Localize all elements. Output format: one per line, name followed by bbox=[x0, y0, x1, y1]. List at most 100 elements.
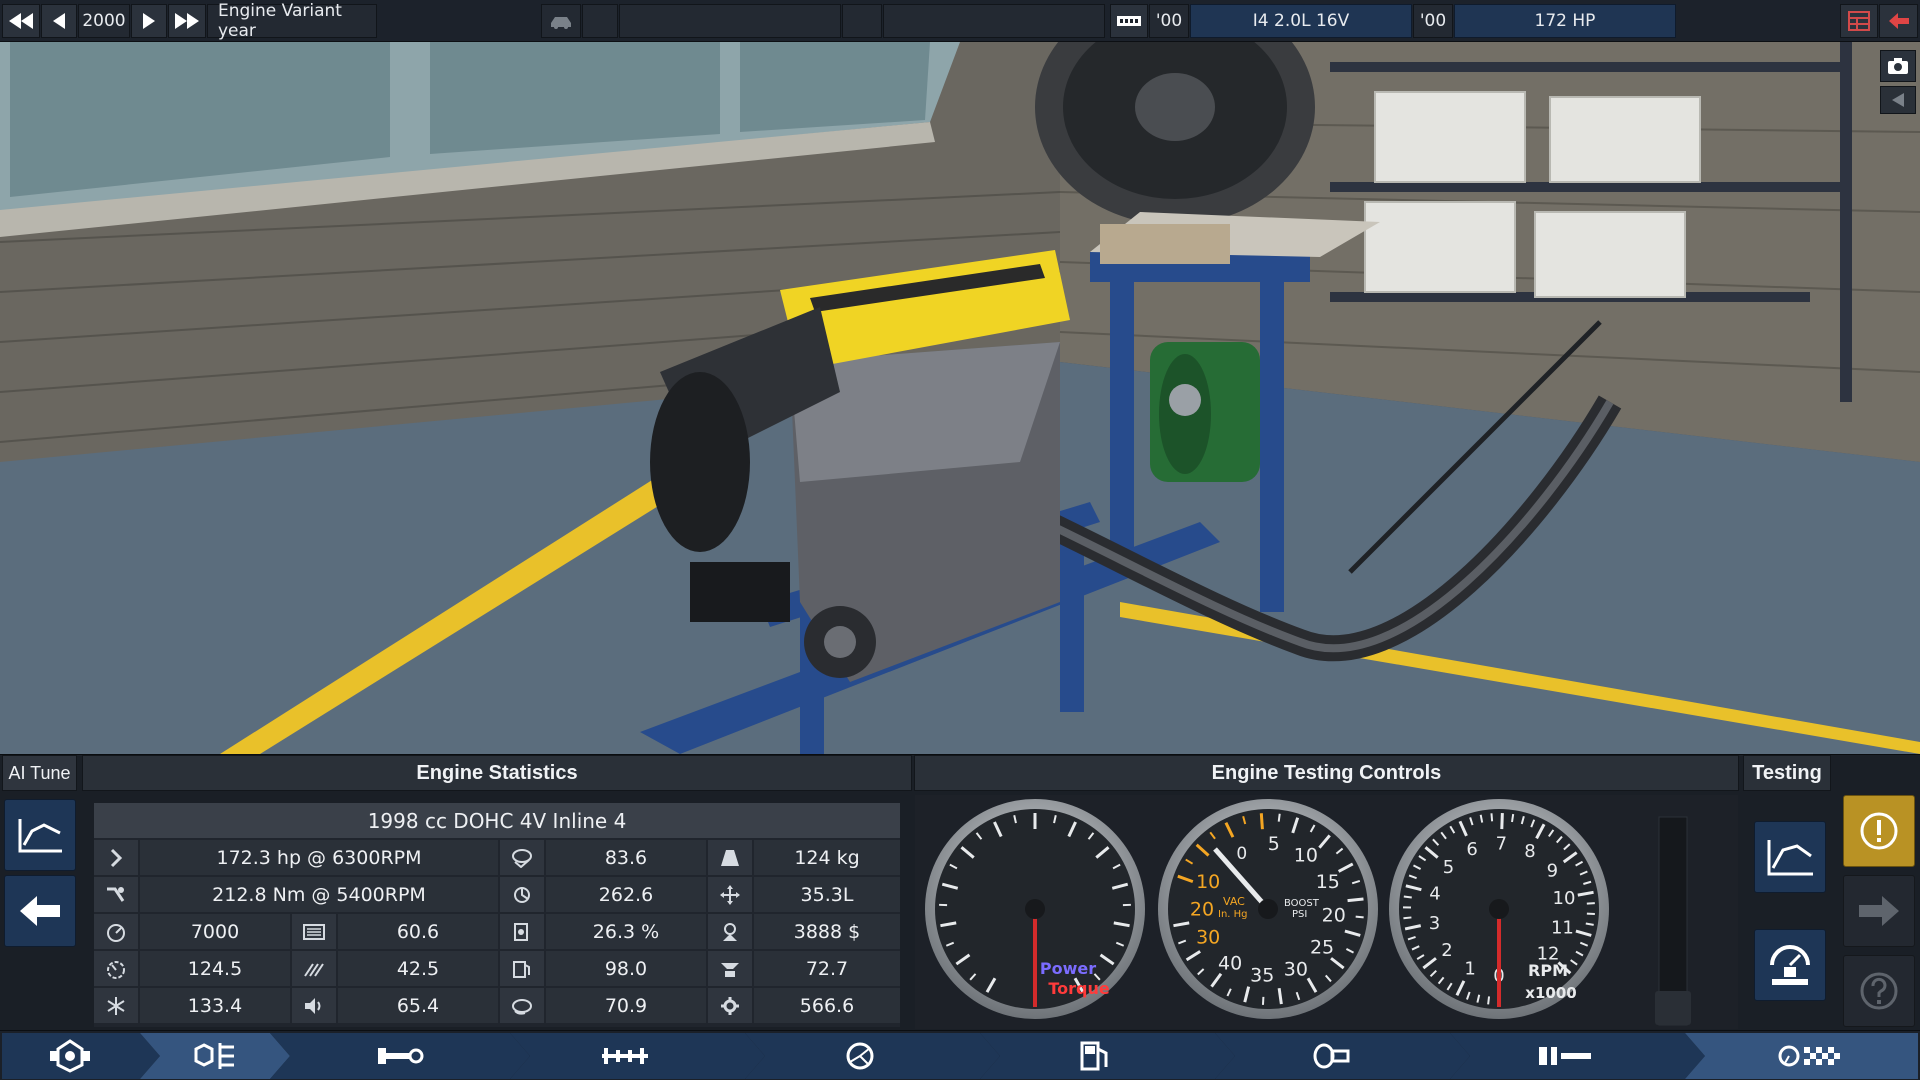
back-arrow-button[interactable] bbox=[4, 875, 76, 947]
nav-fuel-tab[interactable] bbox=[1045, 1033, 1145, 1079]
nav-top-end-tab[interactable] bbox=[575, 1033, 675, 1079]
gearbox-button[interactable] bbox=[1110, 4, 1148, 38]
car-icon bbox=[551, 17, 571, 29]
fuel-efficiency-icon bbox=[500, 914, 544, 949]
collapse-button[interactable] bbox=[1880, 86, 1916, 114]
next-button[interactable] bbox=[1843, 875, 1915, 947]
gauge-tick-label: 40 bbox=[1218, 953, 1242, 975]
gauge-tick-label: 20 bbox=[1190, 899, 1214, 921]
size-icon bbox=[708, 877, 752, 912]
responsiveness-icon bbox=[292, 951, 336, 986]
gauge-tick-label: 15 bbox=[1316, 871, 1340, 893]
screenshot-button[interactable] bbox=[1880, 50, 1916, 82]
top-bar: 2000 Engine Variant year '00 I4 2.0L 16V… bbox=[0, 0, 1920, 42]
power-display[interactable]: 172 HP bbox=[1454, 4, 1676, 38]
nav-overview-tab[interactable] bbox=[1510, 1033, 1620, 1079]
warning-button[interactable] bbox=[1843, 795, 1915, 867]
year-label: Engine Variant year bbox=[207, 1, 377, 41]
throttle-slider-handle[interactable] bbox=[1655, 991, 1691, 1025]
stat-emissions-value: 70.9 bbox=[604, 994, 648, 1017]
bottom-nav bbox=[0, 1030, 1920, 1080]
engine-weight: 124 kg bbox=[754, 840, 900, 875]
gauges-svg: Power Torque 5101520253035401020300 VAC … bbox=[925, 799, 1691, 1026]
peak-torque-value: 212.8 Nm @ 5400RPM bbox=[212, 883, 426, 906]
nav-aspiration-tab[interactable] bbox=[810, 1033, 910, 1079]
boost-unit: PSI bbox=[1292, 909, 1307, 920]
torque-label: Torque bbox=[1048, 979, 1110, 998]
variant-year-1-text: '00 bbox=[1155, 11, 1183, 31]
gauge-tick-label: 6 bbox=[1466, 839, 1477, 860]
nav-variant-tab[interactable] bbox=[170, 1033, 260, 1079]
warning-icon bbox=[1860, 812, 1898, 850]
nav-test-tab[interactable] bbox=[1750, 1033, 1870, 1079]
gauge-tick-label: 5 bbox=[1268, 833, 1280, 855]
stat-cold-start-value: 133.4 bbox=[187, 994, 243, 1017]
nav-exhaust-tab[interactable] bbox=[1280, 1033, 1380, 1079]
gauge-tick-label: 35 bbox=[1250, 964, 1274, 986]
stat-efficiency: 262.6 bbox=[546, 877, 706, 912]
dyno-test-button[interactable] bbox=[1754, 821, 1826, 893]
gauge-tick bbox=[1490, 813, 1494, 822]
variant-year-1: '00 bbox=[1149, 4, 1189, 38]
car-button[interactable] bbox=[541, 4, 581, 38]
help-button[interactable] bbox=[1843, 955, 1915, 1027]
back-button[interactable] bbox=[1879, 4, 1918, 38]
nav-family-tab[interactable] bbox=[30, 1033, 110, 1079]
play-button[interactable] bbox=[131, 4, 167, 38]
cost-icon bbox=[708, 914, 752, 949]
engine-test-scene bbox=[0, 42, 1920, 754]
gauge-tick bbox=[1355, 915, 1364, 919]
engine-summary: 1998 cc DOHC 4V Inline 4 bbox=[94, 803, 900, 838]
engine-cost-value: 3888 $ bbox=[793, 920, 861, 943]
gauge-tick-label: 20 bbox=[1322, 904, 1346, 926]
rpm-gauge-hub bbox=[1489, 899, 1509, 919]
camera-icon bbox=[1888, 58, 1908, 74]
engine-testing-controls-title: Engine Testing Controls bbox=[1211, 761, 1442, 784]
throttle-icon bbox=[1770, 945, 1810, 985]
weight-icon bbox=[708, 840, 752, 875]
rewind-button[interactable] bbox=[2, 4, 40, 38]
layout-button[interactable] bbox=[1840, 4, 1878, 38]
fast-forward-button[interactable] bbox=[168, 4, 206, 38]
peak-power: 172.3 hp @ 6300RPM bbox=[140, 840, 498, 875]
empty-slot-2 bbox=[619, 4, 841, 38]
octane-icon bbox=[500, 951, 544, 986]
engine-variant-select[interactable]: I4 2.0L 16V bbox=[1190, 4, 1412, 38]
gauge-tick-label: 30 bbox=[1284, 958, 1308, 980]
nav-bottom-end-tab[interactable] bbox=[350, 1033, 450, 1079]
cooling-icon bbox=[292, 914, 336, 949]
fuel-octane: 98.0 bbox=[546, 951, 706, 986]
emissions-icon bbox=[500, 988, 544, 1023]
nav-background bbox=[2, 1033, 1918, 1079]
factory-icon bbox=[50, 1039, 90, 1073]
dyno-graph-button[interactable] bbox=[4, 799, 76, 871]
gauge-tick-label: 11 bbox=[1551, 917, 1574, 938]
stat-reliability-value: 124.5 bbox=[187, 957, 243, 980]
engine-testing-controls-header: Engine Testing Controls bbox=[914, 755, 1739, 791]
engine-statistics-title: Engine Statistics bbox=[416, 761, 578, 784]
workshop-backdrop bbox=[0, 42, 1920, 754]
step-back-icon bbox=[53, 13, 65, 29]
fuel-efficiency: 26.3 % bbox=[546, 914, 706, 949]
production-icon bbox=[708, 951, 752, 986]
gauge-tick-label: 10 bbox=[1196, 871, 1220, 893]
fuel-efficiency-value: 26.3 % bbox=[592, 920, 660, 943]
rpm-smoothness-icon bbox=[500, 840, 544, 875]
throttle-test-button[interactable] bbox=[1754, 929, 1826, 1001]
turbo-icon bbox=[846, 1042, 874, 1070]
step-back-button[interactable] bbox=[41, 4, 77, 38]
crankshaft-icon bbox=[378, 1048, 424, 1064]
service-cost-value: 566.6 bbox=[799, 994, 855, 1017]
gauge-tick bbox=[1403, 916, 1412, 920]
engine-family-icon bbox=[194, 1043, 234, 1069]
max-rpm: 7000 bbox=[140, 914, 290, 949]
engine-statistics-table: 1998 cc DOHC 4V Inline 4 172.3 hp @ 6300… bbox=[94, 803, 900, 1027]
vac-unit: In. Hg bbox=[1218, 909, 1248, 920]
reliability-icon bbox=[94, 951, 138, 986]
stat-cold-start: 133.4 bbox=[140, 988, 290, 1023]
exhaust-icon bbox=[1313, 1043, 1350, 1069]
ai-tune-button[interactable]: AI Tune bbox=[2, 755, 77, 791]
year-field[interactable]: 2000 bbox=[78, 4, 130, 38]
gauge-tick-label: 3 bbox=[1429, 913, 1440, 934]
engine-weight-value: 124 kg bbox=[794, 846, 860, 869]
